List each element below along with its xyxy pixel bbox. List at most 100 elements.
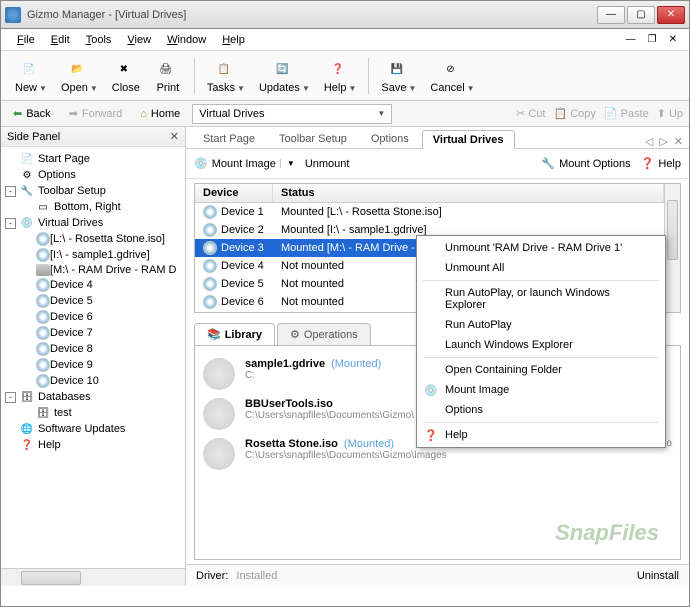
address-combo[interactable]: Virtual Drives ▼ [192,104,392,124]
tab-toolbar-setup[interactable]: Toolbar Setup [268,129,358,148]
mdi-close[interactable]: ✕ [665,34,681,45]
menu-item[interactable]: Run AutoPlay [419,315,663,335]
table-row[interactable]: Device 1Mounted [L:\ - Rosetta Stone.iso… [195,203,664,221]
mounted-badge: (Mounted) [344,438,394,450]
tree-node[interactable]: ⚙Options [3,167,183,183]
close-button[interactable]: ✖Close [106,55,146,96]
new-button[interactable]: 📄New▼ [9,55,53,96]
save-button[interactable]: 💾Save▼ [375,55,422,96]
back-button[interactable]: ⬅Back [7,105,57,122]
open-button[interactable]: 📂Open▼ [55,55,104,96]
tree-node[interactable]: [M:\ - RAM Drive - RAM D [3,263,183,277]
tree-node[interactable]: Device 5 [3,293,183,309]
menu-item[interactable]: Open Containing Folder [419,360,663,380]
side-scrollbar[interactable] [1,568,185,586]
grid-scrollbar[interactable] [664,184,680,312]
node-icon: 🔧 [20,184,34,198]
tree-node[interactable]: Device 10 [3,373,183,389]
disc-icon [36,358,50,372]
library-name: sample1.gdrive [245,358,325,370]
mdi-restore[interactable]: ❐ [644,34,661,45]
mount-image-button[interactable]: 💿Mount Image▼ [194,157,295,170]
tab-next[interactable]: ▷ [659,135,667,148]
mount-options-button[interactable]: 🔧Mount Options [541,157,630,170]
paste-button[interactable]: 📄Paste [604,107,649,120]
tasks-button[interactable]: 📋Tasks▼ [201,55,251,96]
menu-item[interactable]: Unmount All [419,258,663,278]
maximize-button[interactable]: ▢ [627,6,655,24]
tree-node[interactable]: Device 8 [3,341,183,357]
tree-node[interactable]: -🔧Toolbar Setup [3,183,183,199]
disc-icon [203,398,235,430]
menu-item[interactable]: Options [419,400,663,420]
chevron-down-icon: ▼ [90,84,98,93]
tree-node[interactable]: 🌐Software Updates [3,421,183,437]
scrollbar-thumb[interactable] [667,200,678,260]
copy-button[interactable]: 📋Copy [553,107,595,120]
mdi-minimize[interactable]: — [622,34,640,45]
menu-item[interactable]: Unmount 'RAM Drive - RAM Drive 1' [419,238,663,258]
chevron-down-icon[interactable]: ▼ [280,159,295,168]
unmount-button[interactable]: Unmount [305,158,350,170]
menu-help[interactable]: Help [214,32,253,48]
tree-node[interactable]: ▭Bottom, Right [3,199,183,215]
tree-view[interactable]: 📄Start Page⚙Options-🔧Toolbar Setup▭Botto… [1,147,185,568]
scrollbar-thumb[interactable] [21,571,81,585]
menu-item[interactable]: 💿Mount Image [419,380,663,400]
tab-prev[interactable]: ◁ [645,135,653,148]
help-button[interactable]: ❓Help [641,157,681,170]
print-button[interactable]: 🖨Print [148,55,188,96]
menu-item[interactable]: Run AutoPlay, or launch Windows Explorer [419,283,663,315]
tree-node[interactable]: Device 7 [3,325,183,341]
menu-item[interactable]: Launch Windows Explorer [419,335,663,355]
tab-close[interactable]: ✕ [674,135,683,148]
minimize-button[interactable]: — [597,6,625,24]
tree-node[interactable]: Device 4 [3,277,183,293]
help-button[interactable]: ❓Help▼ [318,55,363,96]
tab-virtual-drives[interactable]: Virtual Drives [422,130,515,149]
home-button[interactable]: ⌂Home [134,106,186,122]
tab-library[interactable]: 📚Library [194,323,275,345]
menu-tools[interactable]: Tools [78,32,120,48]
column-header-device[interactable]: Device [195,184,273,202]
disc-icon [36,232,50,246]
up-button[interactable]: ⬆Up [657,107,683,120]
tree-node[interactable]: ❓Help [3,437,183,453]
column-header-status[interactable]: Status [273,184,664,202]
disc-icon [36,342,50,356]
tree-node[interactable]: 📄Start Page [3,151,183,167]
side-panel-close[interactable]: ✕ [170,130,179,143]
menu-view[interactable]: View [119,32,159,48]
tree-toggle[interactable]: - [5,186,16,197]
updates-button[interactable]: 🔄Updates▼ [253,55,316,96]
chevron-down-icon: ▼ [377,109,385,118]
disc-icon [203,223,217,237]
tree-label: [L:\ - Rosetta Stone.iso] [50,233,165,245]
tree-label: Device 5 [50,295,93,307]
tree-label: Device 10 [50,375,99,387]
menu-file[interactable]: File [9,32,43,48]
disc-icon [203,438,235,470]
forward-button[interactable]: ➡Forward [63,105,129,122]
tree-node[interactable]: -💿Virtual Drives [3,215,183,231]
uninstall-link[interactable]: Uninstall [637,570,679,582]
library-name: BBUserTools.iso [245,398,333,410]
cut-button[interactable]: ✂Cut [516,107,545,120]
menu-window[interactable]: Window [159,32,214,48]
tree-toggle[interactable]: - [5,218,16,229]
tree-node[interactable]: -🗄Databases [3,389,183,405]
menu-edit[interactable]: Edit [43,32,78,48]
tab-operations[interactable]: ⚙Operations [277,323,371,345]
tree-node[interactable]: [I:\ - sample1.gdrive] [3,247,183,263]
tree-node[interactable]: Device 9 [3,357,183,373]
tree-node[interactable]: Device 6 [3,309,183,325]
tree-toggle[interactable]: - [5,392,16,403]
tree-node[interactable]: 🗄test [3,405,183,421]
tab-start-page[interactable]: Start Page [192,129,266,148]
close-button[interactable]: ✕ [657,6,685,24]
tree-node[interactable]: [L:\ - Rosetta Stone.iso] [3,231,183,247]
menu-item[interactable]: ❓Help [419,425,663,445]
cancel-button[interactable]: ⊘Cancel▼ [424,55,480,96]
menubar: FileEditToolsViewWindowHelp — ❐ ✕ [1,29,689,51]
tab-options[interactable]: Options [360,129,420,148]
